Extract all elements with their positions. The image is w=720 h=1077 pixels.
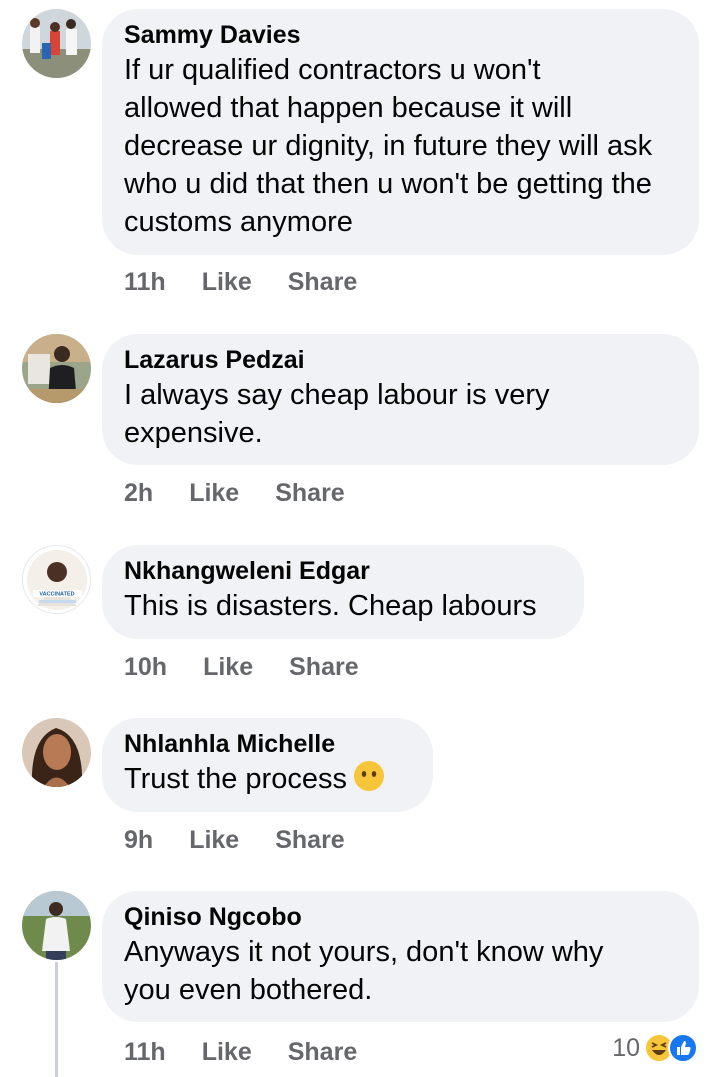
comment-text: Anyways it not yours, don't know why you… xyxy=(124,936,604,1006)
comment-bubble: Sammy Davies If ur qualified contractors… xyxy=(102,9,699,255)
comment-time[interactable]: 10h xyxy=(124,652,167,682)
reaction-count: 10 xyxy=(612,1033,640,1062)
avatar[interactable] xyxy=(22,9,91,78)
comment-actions: 2h Like Share xyxy=(124,478,345,508)
like-button[interactable]: Like xyxy=(203,652,253,682)
comment-text: This is disasters. Cheap labours xyxy=(124,590,537,622)
comment-time[interactable]: 11h xyxy=(124,267,166,297)
comment-bubble: Qiniso Ngcobo Anyways it not yours, don'… xyxy=(102,891,699,1022)
share-button[interactable]: Share xyxy=(288,1037,357,1067)
avatar[interactable] xyxy=(22,334,91,403)
avatar[interactable]: VACCINATED xyxy=(22,545,91,614)
comment-actions: 11h Like Share xyxy=(124,267,357,297)
avatar[interactable] xyxy=(22,718,91,787)
comment-time[interactable]: 11h xyxy=(124,1037,166,1067)
share-button[interactable]: Share xyxy=(289,652,358,682)
comment-author[interactable]: Lazarus Pedzai xyxy=(124,345,677,376)
vaccinated-badge: VACCINATED xyxy=(39,592,74,598)
comment-bubble: Nhlanhla Michelle Trust the process xyxy=(102,718,433,812)
comment-actions: 10h Like Share xyxy=(124,652,359,682)
comment-text: I always say cheap labour is very expens… xyxy=(124,379,550,449)
comment-author[interactable]: Nkhangweleni Edgar xyxy=(124,556,562,587)
share-button[interactable]: Share xyxy=(275,825,344,855)
avatar-photo xyxy=(22,718,91,787)
comment-time[interactable]: 2h xyxy=(124,478,153,508)
share-button[interactable]: Share xyxy=(275,478,344,508)
comment-bubble: Lazarus Pedzai I always say cheap labour… xyxy=(102,334,699,465)
comment-text: If ur qualified contractors u won't allo… xyxy=(124,54,653,238)
comment-actions: 11h Like Share xyxy=(124,1037,357,1067)
thread-line xyxy=(55,962,58,1077)
comment-author[interactable]: Qiniso Ngcobo xyxy=(124,902,677,933)
neutral-face-icon xyxy=(353,761,384,791)
comment-author[interactable]: Nhlanhla Michelle xyxy=(124,729,411,760)
comment-bubble: Nkhangweleni Edgar This is disasters. Ch… xyxy=(102,545,584,639)
like-thumb-icon xyxy=(668,1033,698,1063)
avatar-photo xyxy=(22,9,91,78)
avatar[interactable] xyxy=(22,891,91,960)
avatar-photo xyxy=(22,891,91,960)
like-button[interactable]: Like xyxy=(189,478,239,508)
comment-text-content: Trust the process xyxy=(124,763,347,795)
avatar-photo xyxy=(22,334,91,403)
avatar-photo: VACCINATED xyxy=(23,546,90,613)
reaction-summary[interactable]: 10 xyxy=(612,1033,698,1063)
share-button[interactable]: Share xyxy=(288,267,357,297)
comment-author[interactable]: Sammy Davies xyxy=(124,20,677,51)
comment-actions: 9h Like Share xyxy=(124,825,345,855)
like-button[interactable]: Like xyxy=(202,1037,252,1067)
comment-text: Trust the process xyxy=(124,760,411,798)
comment-time[interactable]: 9h xyxy=(124,825,153,855)
like-button[interactable]: Like xyxy=(202,267,252,297)
like-button[interactable]: Like xyxy=(189,825,239,855)
